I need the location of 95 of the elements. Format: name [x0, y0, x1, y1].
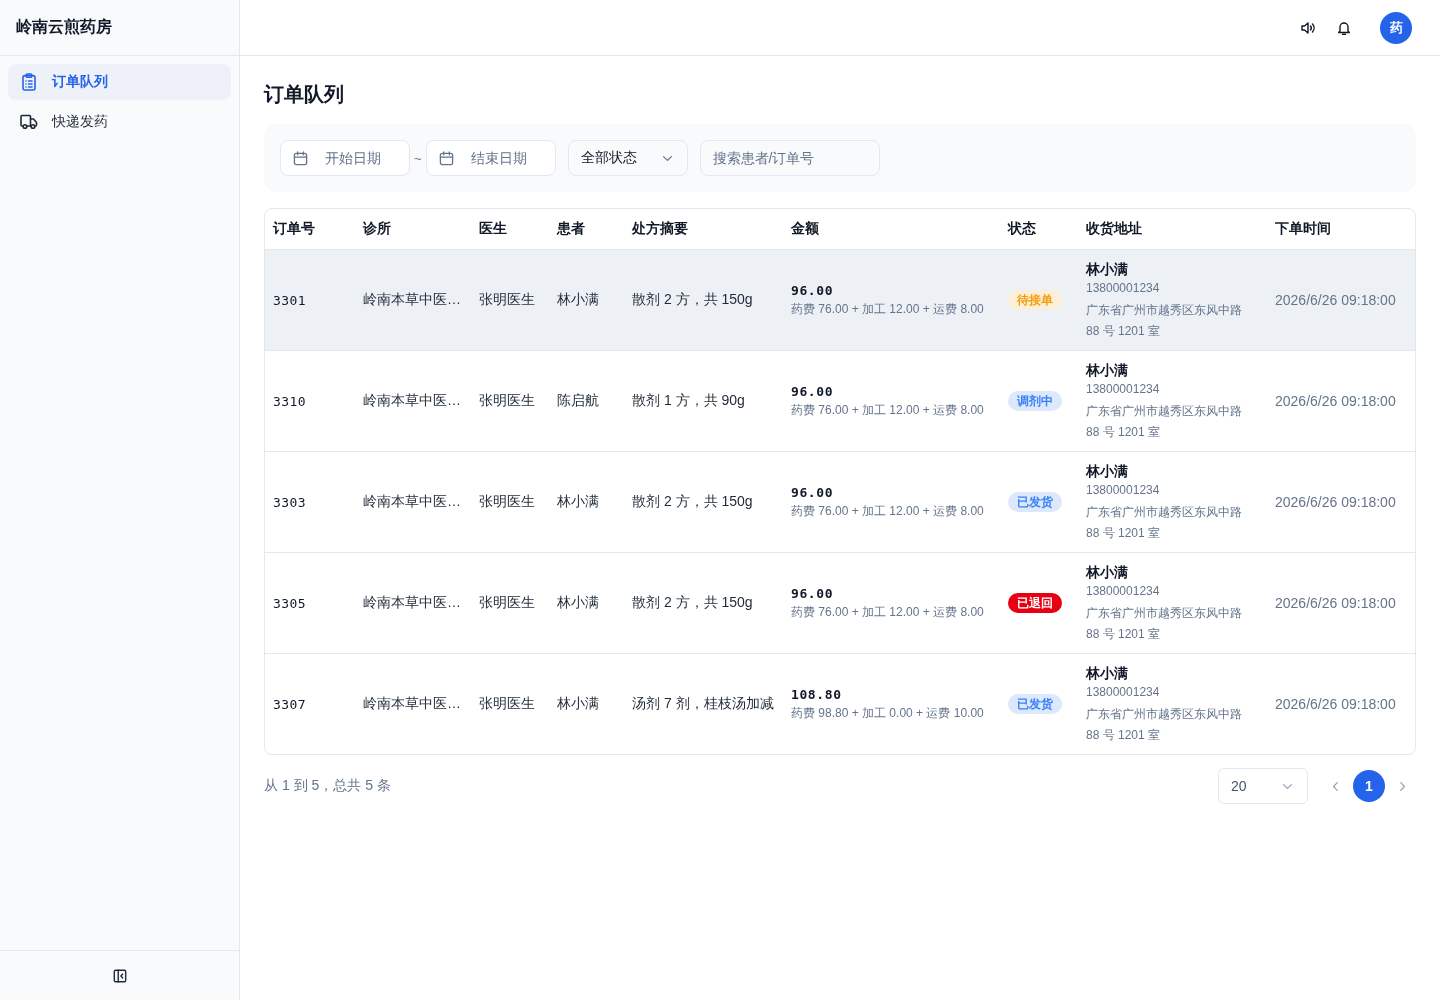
amount-total: 96.00: [791, 484, 834, 502]
column-header: 患者: [557, 220, 585, 236]
status-badge: 待接单: [1008, 290, 1062, 310]
clinic-name: 岭南本草中医…: [363, 493, 461, 509]
order-time: 2026/6/26 09:18:00: [1275, 595, 1396, 611]
column-header: 下单时间: [1275, 220, 1331, 236]
status-badge: 调剂中: [1008, 391, 1062, 411]
amount-breakdown: 药费 76.00 + 加工 12.00 + 运费 8.00: [791, 301, 984, 318]
order-number: 3305: [273, 596, 306, 611]
column-header: 处方摘要: [632, 220, 688, 236]
recipient-phone: 13800001234: [1086, 481, 1160, 499]
prescription-summary: 散剂 1 方，共 90g: [632, 392, 745, 408]
amount-total: 96.00: [791, 383, 834, 401]
app-title: 岭南云煎药房: [16, 17, 112, 37]
patient-name: 陈启航: [557, 392, 599, 408]
order-time: 2026/6/26 09:18:00: [1275, 393, 1396, 409]
recipient-phone: 13800001234: [1086, 380, 1160, 398]
sidebar-collapse-icon[interactable]: [112, 968, 127, 983]
doctor-name: 张明医生: [479, 594, 535, 610]
doctor-name: 张明医生: [479, 392, 535, 408]
chevron-left-icon[interactable]: [1332, 780, 1339, 792]
recipient-name: 林小满: [1086, 259, 1128, 279]
order-time: 2026/6/26 09:18:00: [1275, 696, 1396, 712]
clinic-name: 岭南本草中医…: [363, 392, 461, 408]
chevron-right-icon[interactable]: [1399, 780, 1406, 792]
bell-icon[interactable]: [1336, 19, 1352, 36]
recipient-phone: 13800001234: [1086, 279, 1160, 297]
column-header: 医生: [479, 220, 507, 236]
calendar-icon: [293, 150, 308, 166]
prescription-summary: 散剂 2 方，共 150g: [632, 291, 753, 307]
order-time: 2026/6/26 09:18:00: [1275, 494, 1396, 510]
amount-total: 96.00: [791, 282, 834, 300]
date-field[interactable]: 开始日期: [280, 140, 410, 176]
recipient-name: 林小满: [1086, 562, 1128, 582]
calendar-icon: [438, 150, 454, 166]
prescription-summary: 散剂 2 方，共 150g: [632, 493, 753, 509]
table-row[interactable]: 3301 岭南本草中医… 张明医生 林小满 散剂 2 方，共 150g 96.00 药费 76.00 + 加工 12.00 + 运费 8.00 待接单 林小满 13800001234 广东省广州市越秀区东风中路 88 号 1201 室 2026/6/26 09:18:00: [265, 249, 1415, 350]
patient-name: 林小满: [557, 594, 599, 610]
patient-name: 林小满: [557, 493, 599, 509]
clinic-name: 岭南本草中医…: [363, 594, 461, 610]
patient-name: 林小满: [557, 695, 599, 711]
status-badge: 已发货: [1008, 492, 1062, 512]
table-row[interactable]: 3307 岭南本草中医… 张明医生 林小满 汤剂 7 剂，桂枝汤加减 108.80 药费 98.80 + 加工 0.00 + 运费 10.00 已发货 林小满 13800001234 广东省广州市越秀区东风中路 88 号 1201 室 2026/6/26 09:18:00: [265, 653, 1415, 754]
truck-icon: [20, 113, 38, 131]
doctor-name: 张明医生: [479, 291, 535, 307]
recipient-address: 广东省广州市越秀区东风中路 88 号 1201 室: [1086, 402, 1243, 441]
doctor-name: 张明医生: [479, 695, 535, 711]
pagination-summary: 从 1 到 5，总共 5 条: [264, 777, 391, 795]
recipient-name: 林小满: [1086, 360, 1128, 380]
column-header: 收货地址: [1086, 220, 1142, 236]
recipient-phone: 13800001234: [1086, 582, 1160, 600]
recipient-address: 广东省广州市越秀区东风中路 88 号 1201 室: [1086, 503, 1243, 542]
amount-total: 96.00: [791, 585, 834, 603]
clipboard-list-icon: [20, 73, 38, 91]
amount-total: 108.80: [791, 686, 842, 704]
sidebar-item[interactable]: 快递发药: [8, 104, 231, 140]
prescription-summary: 汤剂 7 剂，桂枝汤加减: [632, 695, 774, 711]
column-header: 诊所: [363, 220, 391, 236]
search-field[interactable]: 搜索患者/订单号: [699, 140, 880, 176]
recipient-name: 林小满: [1086, 663, 1128, 683]
status-badge: 已发货: [1008, 694, 1062, 714]
prescription-summary: 散剂 2 方，共 150g: [632, 594, 753, 610]
page-button[interactable]: 1: [1353, 770, 1385, 802]
column-header: 状态: [1008, 220, 1036, 236]
chevron-down-icon: [1282, 782, 1293, 790]
chevron-down-icon: [661, 154, 673, 162]
order-number: 3301: [273, 293, 306, 308]
page-title: 订单队列: [264, 82, 345, 107]
doctor-name: 张明医生: [479, 493, 535, 509]
amount-breakdown: 药费 98.80 + 加工 0.00 + 运费 10.00: [791, 705, 984, 722]
recipient-address: 广东省广州市越秀区东风中路 88 号 1201 室: [1086, 301, 1243, 340]
amount-breakdown: 药费 76.00 + 加工 12.00 + 运费 8.00: [791, 604, 984, 621]
recipient-phone: 13800001234: [1086, 683, 1160, 701]
order-number: 3310: [273, 394, 306, 409]
amount-breakdown: 药费 76.00 + 加工 12.00 + 运费 8.00: [791, 503, 984, 520]
date-range-separator: ~: [414, 150, 422, 166]
page-size-select[interactable]: 20: [1218, 768, 1308, 804]
column-header: 金额: [791, 220, 819, 236]
user-avatar[interactable]: 药: [1380, 11, 1412, 44]
order-number: 3303: [273, 495, 306, 510]
column-header: 订单号: [273, 220, 315, 236]
speaker-icon[interactable]: [1300, 19, 1316, 36]
status-badge: 已退回: [1008, 593, 1062, 613]
patient-name: 林小满: [557, 291, 599, 307]
recipient-address: 广东省广州市越秀区东风中路 88 号 1201 室: [1086, 604, 1243, 643]
date-field[interactable]: 结束日期: [425, 140, 556, 176]
recipient-name: 林小满: [1086, 461, 1128, 481]
amount-breakdown: 药费 76.00 + 加工 12.00 + 运费 8.00: [791, 402, 984, 419]
order-time: 2026/6/26 09:18:00: [1275, 292, 1396, 308]
recipient-address: 广东省广州市越秀区东风中路 88 号 1201 室: [1086, 705, 1243, 744]
status-select[interactable]: 全部状态: [567, 140, 688, 176]
clinic-name: 岭南本草中医…: [363, 695, 461, 711]
clinic-name: 岭南本草中医…: [363, 291, 461, 307]
order-number: 3307: [273, 697, 306, 712]
sidebar-item[interactable]: 订单队列: [8, 64, 231, 100]
